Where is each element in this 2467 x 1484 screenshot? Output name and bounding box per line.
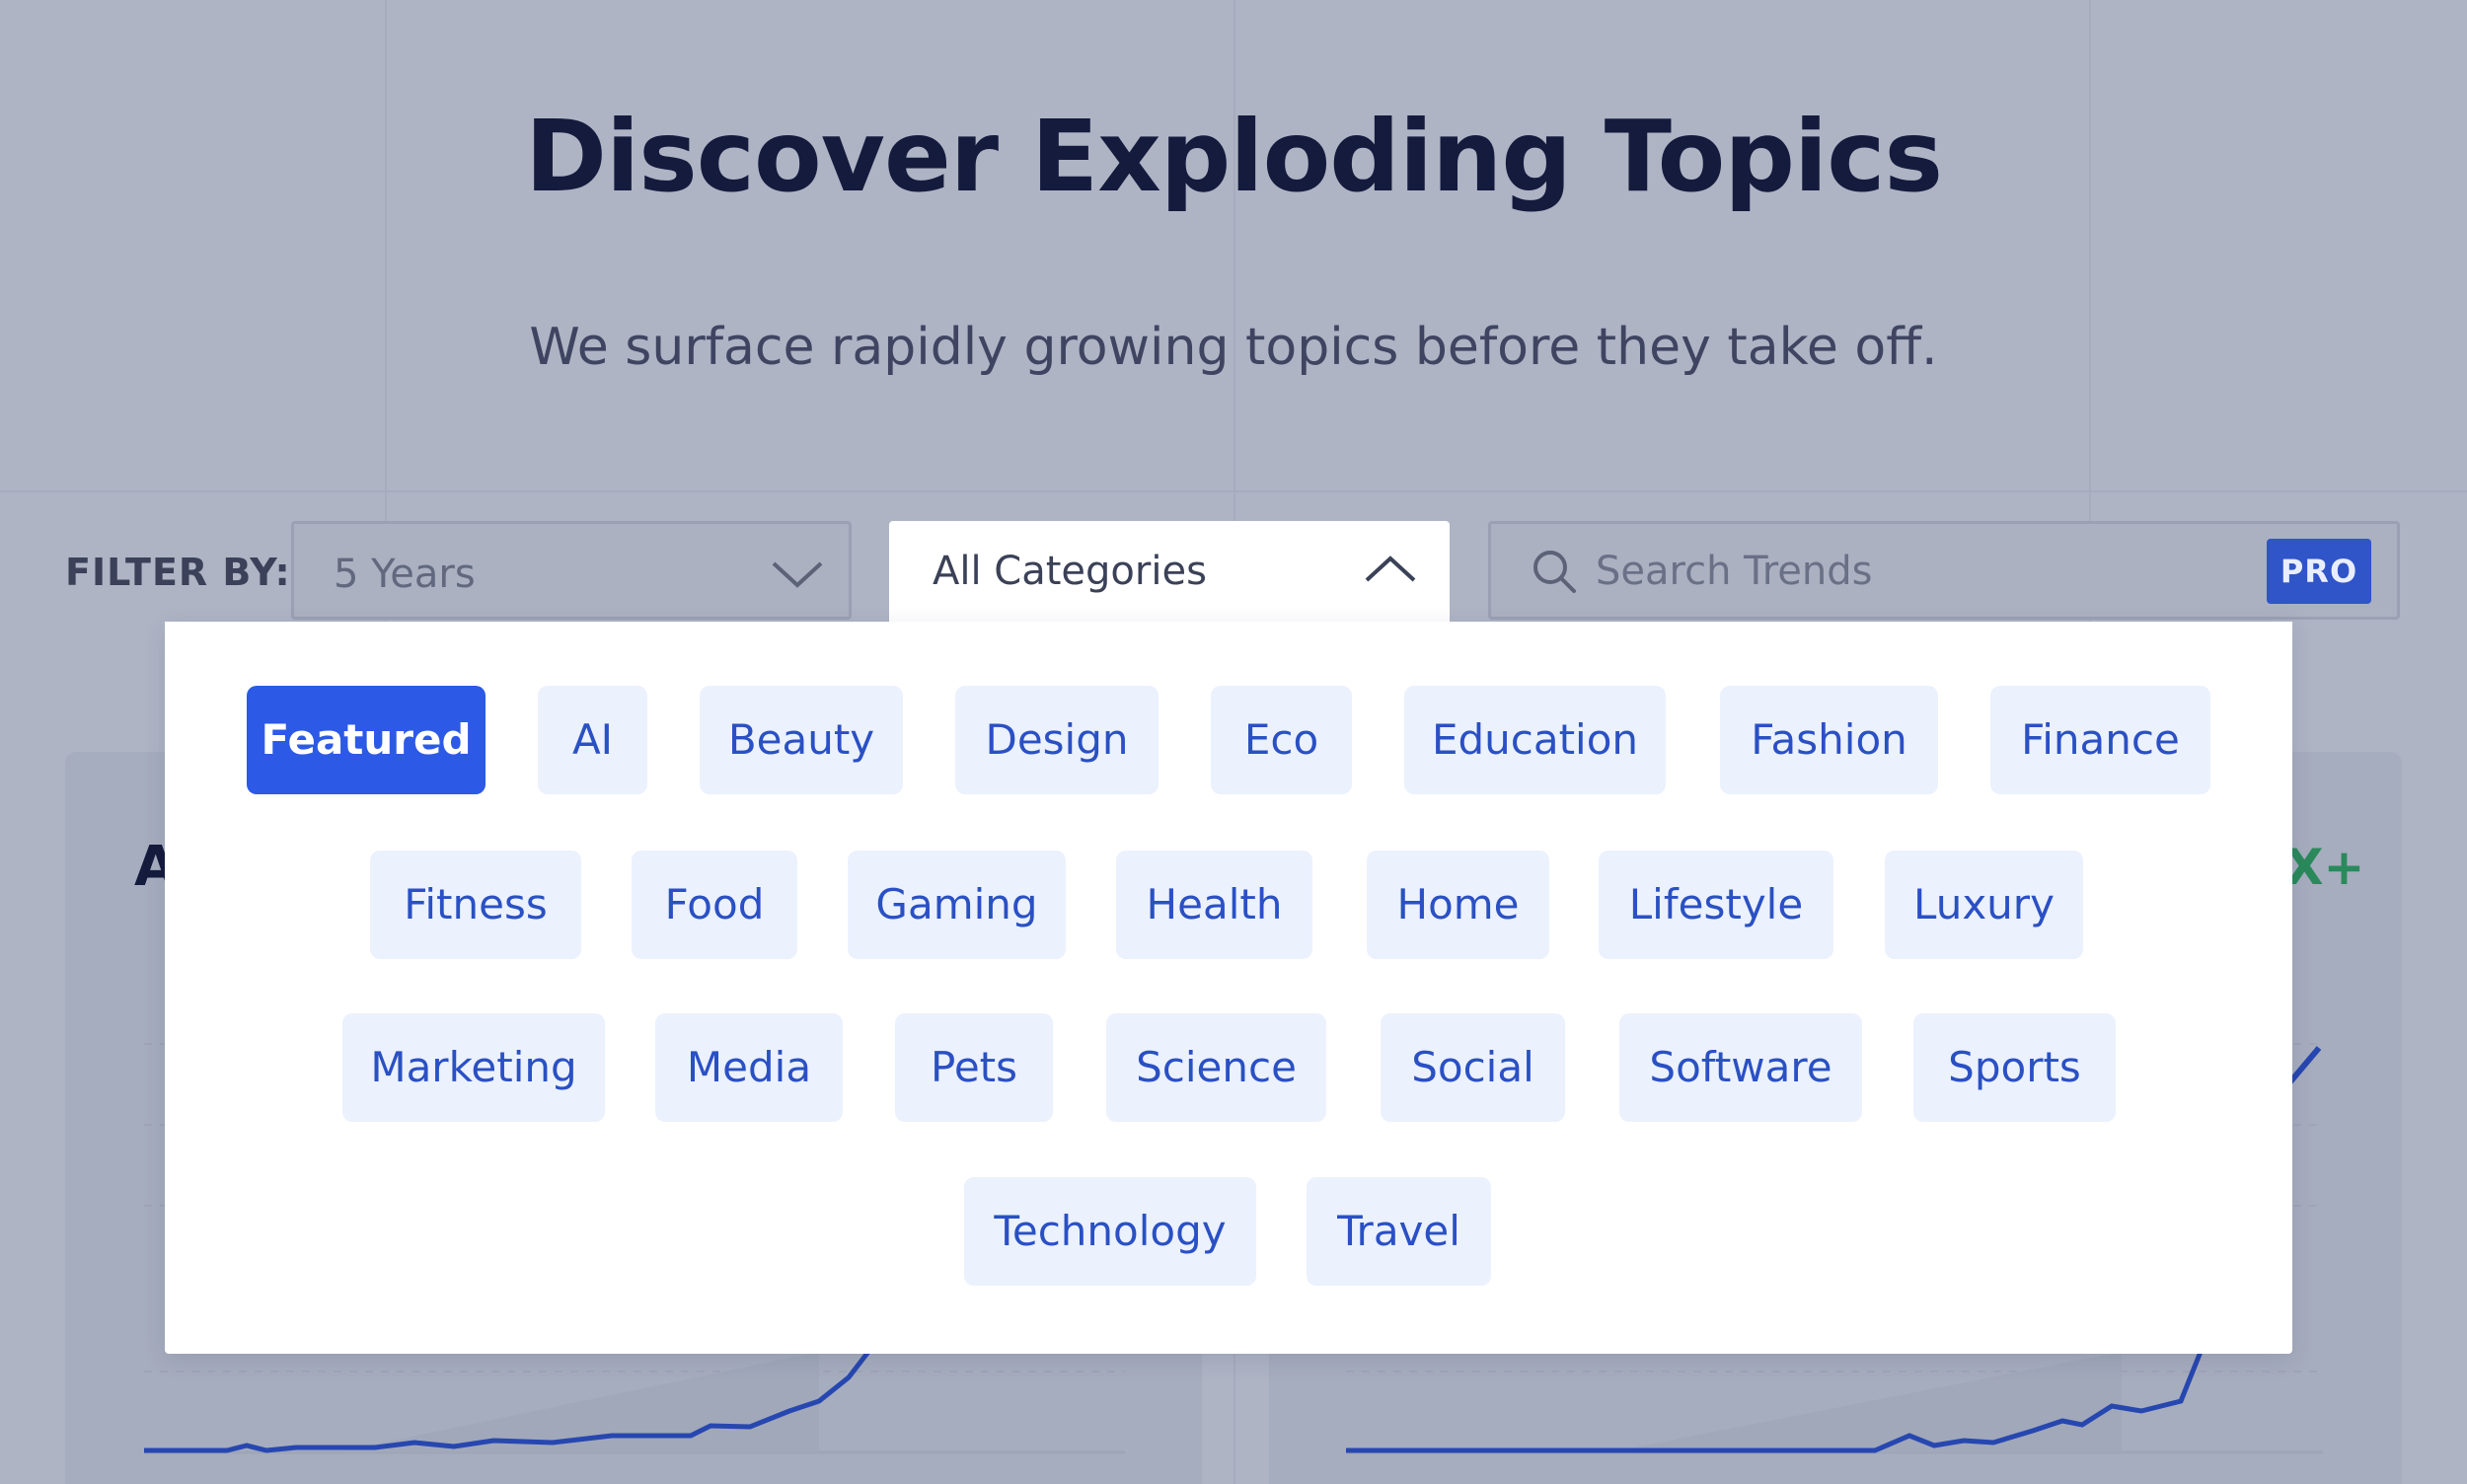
category-chip-finance[interactable]: Finance [1990,686,2210,794]
search-input[interactable] [1596,542,2247,601]
pro-badge: PRO [2267,539,2371,604]
category-chip-fitness[interactable]: Fitness [370,851,581,959]
chevron-up-icon [1365,556,1416,582]
category-chip-featured[interactable]: Featured [247,686,486,794]
category-chip-eco[interactable]: Eco [1211,686,1352,794]
category-chip-sports[interactable]: Sports [1913,1013,2116,1122]
category-chip-food[interactable]: Food [632,851,797,959]
category-chip-ai[interactable]: AI [538,686,647,794]
category-chip-travel[interactable]: Travel [1307,1177,1491,1286]
category-chip-design[interactable]: Design [955,686,1159,794]
filter-label: FILTER BY: [65,551,291,594]
category-chip-media[interactable]: Media [655,1013,843,1122]
category-chip-health[interactable]: Health [1116,851,1312,959]
category-chip-luxury[interactable]: Luxury [1885,851,2083,959]
category-dropdown: Featured AI Beauty Design Eco Education … [165,622,2292,1354]
category-chip-marketing[interactable]: Marketing [342,1013,605,1122]
category-chip-education[interactable]: Education [1404,686,1666,794]
category-chip-social[interactable]: Social [1381,1013,1565,1122]
category-chip-technology[interactable]: Technology [964,1177,1256,1286]
category-chip-pets[interactable]: Pets [895,1013,1053,1122]
timeframe-select[interactable]: 5 Years [291,521,852,620]
category-chip-home[interactable]: Home [1367,851,1549,959]
category-chip-gaming[interactable]: Gaming [848,851,1066,959]
category-chip-fashion[interactable]: Fashion [1720,686,1938,794]
timeframe-value: 5 Years [334,552,476,597]
category-chip-beauty[interactable]: Beauty [700,686,903,794]
chevron-down-icon [772,561,823,588]
category-value: All Categories [933,549,1207,594]
category-chip-software[interactable]: Software [1619,1013,1862,1122]
category-select[interactable]: All Categories [889,521,1450,624]
search-icon [1533,551,1576,593]
search-box[interactable]: PRO [1488,521,2400,620]
category-chip-lifestyle[interactable]: Lifestyle [1599,851,1833,959]
category-chip-science[interactable]: Science [1106,1013,1326,1122]
